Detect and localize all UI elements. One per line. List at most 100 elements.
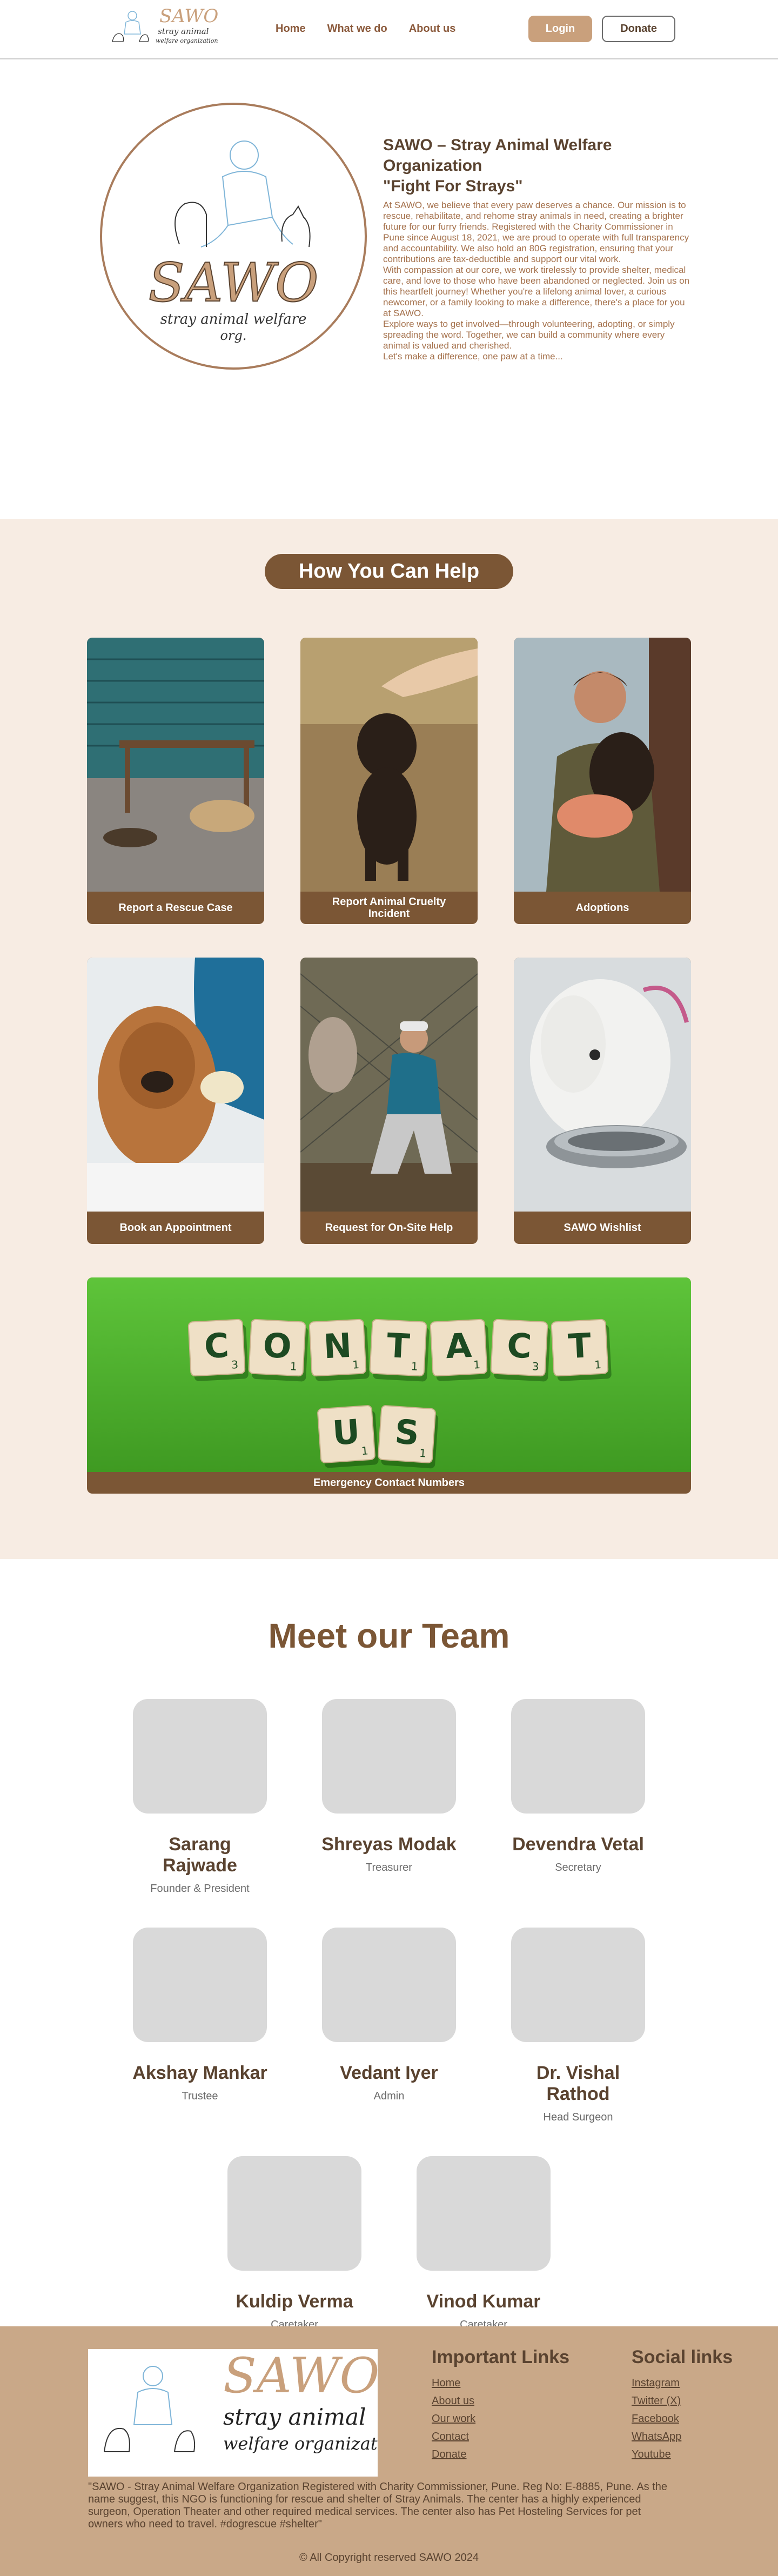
card-onsite-help[interactable]: Request for On-Site Help <box>300 958 478 1244</box>
card-report-rescue[interactable]: Report a Rescue Case <box>87 638 264 924</box>
how-you-can-help-section: How You Can Help Report a Rescue Case Re… <box>0 519 778 1559</box>
rescue-dogs-photo <box>87 638 264 892</box>
svg-text:SAWO: SAWO <box>223 2349 378 2404</box>
card-report-cruelty[interactable]: Report Animal Cruelty Incident <box>300 638 478 924</box>
social-link-facebook[interactable]: Facebook <box>632 2410 733 2428</box>
sawo-logo[interactable]: SAWO stray animal welfare organization <box>108 6 222 52</box>
team-member: Akshay Mankar Trustee <box>130 1928 270 2124</box>
member-photo-placeholder <box>322 1699 456 1814</box>
svg-text:1: 1 <box>290 1360 297 1373</box>
main-nav: Home What we do About us <box>276 23 455 35</box>
svg-text:1: 1 <box>352 1358 360 1371</box>
svg-text:1: 1 <box>361 1444 368 1457</box>
footer-link-our-work[interactable]: Our work <box>432 2410 569 2428</box>
letter-tile: S1 <box>378 1405 439 1469</box>
card-wishlist[interactable]: SAWO Wishlist <box>514 958 691 1244</box>
member-name: Devendra Vetal <box>512 1834 644 1855</box>
svg-text:welfare organization: welfare organization <box>223 2433 378 2454</box>
about-title: SAWO – Stray Animal Welfare Organization… <box>383 135 691 197</box>
team-member: Sarang Rajwade Founder & President <box>130 1699 270 1895</box>
member-name: Shreyas Modak <box>321 1834 457 1855</box>
member-photo-placeholder <box>133 1699 267 1814</box>
svg-text:T: T <box>567 1326 592 1366</box>
letter-tile: C3 <box>490 1319 551 1382</box>
member-role: Admin <box>373 2090 405 2102</box>
svg-text:stray animal: stray animal <box>223 2404 366 2430</box>
svg-text:3: 3 <box>532 1360 539 1373</box>
about-title-line2: "Fight For Strays" <box>383 177 523 195</box>
tiles-row-1: C 3 O1N 1 T1A 1 C3T 1 <box>187 1319 612 1382</box>
member-name: Vedant Iyer <box>340 2063 438 2083</box>
footer-link-about-us[interactable]: About us <box>432 2392 569 2410</box>
svg-text:N: N <box>323 1326 353 1367</box>
card-label: Request for On-Site Help <box>325 1222 453 1234</box>
card-label: Book an Appointment <box>119 1222 232 1234</box>
footer-link-home[interactable]: Home <box>432 2374 569 2392</box>
nav-about-us[interactable]: About us <box>409 23 456 35</box>
letter-tile: C3 <box>187 1319 249 1381</box>
social-links: Social links Instagram Twitter (X) Faceb… <box>632 2347 733 2477</box>
letter-tile: O1 <box>248 1319 308 1382</box>
social-link-instagram[interactable]: Instagram <box>632 2374 733 2392</box>
login-button[interactable]: Login <box>528 16 593 42</box>
member-role: Founder & President <box>150 1883 250 1895</box>
svg-text:1: 1 <box>594 1358 602 1371</box>
member-name: Kuldip Verma <box>236 2291 353 2312</box>
member-name: Vinod Kumar <box>426 2291 541 2312</box>
nav-home[interactable]: Home <box>276 23 306 35</box>
svg-text:U: U <box>331 1411 361 1453</box>
footer-link-donate[interactable]: Donate <box>432 2446 569 2464</box>
card-book-appointment[interactable]: Book an Appointment <box>87 958 264 1244</box>
svg-text:C: C <box>203 1326 230 1366</box>
team-section: Meet our Team Sarang Rajwade Founder & P… <box>0 1559 778 2331</box>
member-name: Sarang Rajwade <box>163 1834 237 1876</box>
card-adoptions[interactable]: Adoptions <box>514 638 691 924</box>
social-link-twitter[interactable]: Twitter (X) <box>632 2392 733 2410</box>
footer-sawo-logo: SAWO stray animal welfare organization <box>88 2349 378 2477</box>
member-photo-placeholder <box>133 1928 267 2042</box>
team-member: Kuldip Verma Caretaker <box>224 2156 365 2331</box>
social-link-youtube[interactable]: Youtube <box>632 2446 733 2464</box>
team-heading: Meet our Team <box>268 1616 510 1655</box>
member-photo-placeholder <box>417 2156 551 2271</box>
social-link-whatsapp[interactable]: WhatsApp <box>632 2428 733 2446</box>
help-cards: Report a Rescue Case Report Animal Cruel… <box>87 638 691 1244</box>
svg-text:stray animal: stray animal <box>158 26 209 36</box>
member-role: Head Surgeon <box>543 2111 613 2123</box>
about-text: SAWO – Stray Animal Welfare Organization… <box>383 135 691 519</box>
copyright: © All Copyright reserved SAWO 2024 <box>299 2552 479 2564</box>
card-emergency-contact[interactable]: C3O1N1T1A1C3T1 U1S1 Emergency Contact Nu… <box>87 1277 691 1494</box>
team-grid: Sarang Rajwade Founder & President Shrey… <box>119 1699 659 2331</box>
svg-text:SAWO: SAWO <box>148 252 318 314</box>
svg-text:stray animal welfare: stray animal welfare <box>160 311 307 327</box>
svg-text:1: 1 <box>473 1358 481 1371</box>
team-member: Vinod Kumar Caretaker <box>413 2156 554 2331</box>
important-links: Important Links Home About us Our work C… <box>432 2347 569 2477</box>
header-actions: Login Donate <box>528 16 675 42</box>
nav-what-we-do[interactable]: What we do <box>327 23 387 35</box>
donate-button[interactable]: Donate <box>602 16 675 42</box>
contact-us-tiles-photo: C 3 O1N 1 T1A 1 C3T 1 U 1 S1 <box>87 1277 691 1472</box>
team-member: Dr. Vishal Rathod Head Surgeon <box>508 1928 648 2124</box>
member-name: Akshay Mankar <box>132 2063 267 2083</box>
sawo-logo-large: SAWO stray animal welfare org. <box>100 103 367 370</box>
svg-text:T: T <box>386 1326 411 1366</box>
card-label: SAWO Wishlist <box>564 1222 641 1234</box>
team-member: Shreyas Modak Treasurer <box>319 1699 459 1895</box>
social-links-heading: Social links <box>632 2347 733 2367</box>
member-photo-placeholder <box>322 1928 456 2042</box>
svg-text:1: 1 <box>419 1447 426 1460</box>
member-role: Treasurer <box>366 1862 412 1874</box>
team-member: Devendra Vetal Secretary <box>508 1699 648 1895</box>
footer-link-contact[interactable]: Contact <box>432 2428 569 2446</box>
member-role: Secretary <box>555 1862 601 1874</box>
member-photo-placeholder <box>511 1699 645 1814</box>
svg-text:SAWO: SAWO <box>159 6 218 27</box>
volunteer-feeding-dog-photo <box>300 958 478 1212</box>
about-paragraph: With compassion at our core, we work tir… <box>383 265 690 318</box>
card-label: Adoptions <box>575 902 629 914</box>
member-photo-placeholder <box>511 1928 645 2042</box>
puppy-photo <box>300 638 478 892</box>
about-paragraph: At SAWO, we believe that every paw deser… <box>383 200 689 264</box>
about-paragraph: Let's make a difference, one paw at a ti… <box>383 351 563 362</box>
